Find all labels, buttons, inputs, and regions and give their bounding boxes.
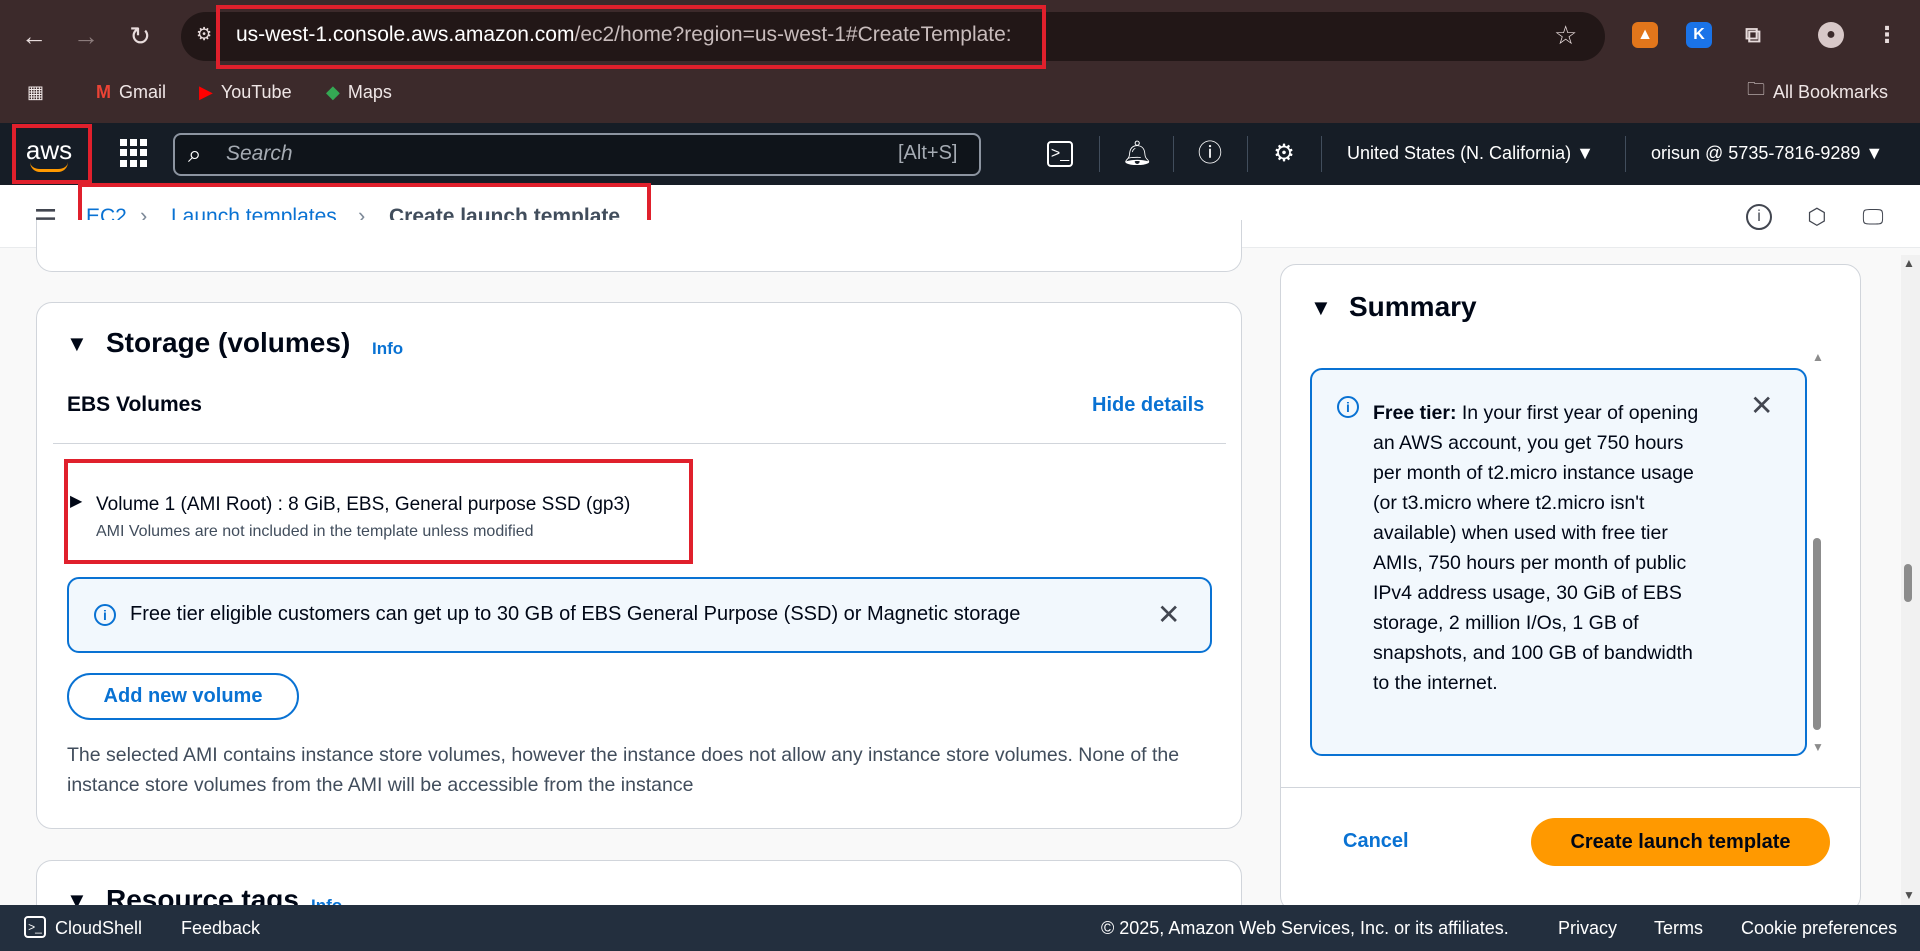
back-icon[interactable]: ← <box>16 18 52 54</box>
services-menu-icon[interactable] <box>120 139 148 167</box>
maps-icon: ◆ <box>326 81 340 102</box>
forward-icon[interactable]: → <box>68 18 104 54</box>
site-info-icon[interactable]: ⚙ <box>196 24 218 46</box>
scroll-up-icon[interactable]: ▲ <box>1903 256 1915 270</box>
account-menu[interactable]: orisun @ 5735-7816-9289 ▼ <box>1651 143 1883 164</box>
bookmark-youtube[interactable]: ▶ YouTube <box>199 80 292 104</box>
search-input[interactable] <box>173 133 981 176</box>
info-icon: i <box>1337 396 1359 418</box>
highlight-logo <box>12 124 92 184</box>
cloudshell-icon[interactable]: >_ <box>1047 141 1073 167</box>
footer-privacy[interactable]: Privacy <box>1558 918 1617 939</box>
feedback-panel-icon[interactable]: 🖵 <box>1859 203 1887 231</box>
instance-store-note: The selected AMI contains instance store… <box>67 744 1180 796</box>
extensions-puzzle-icon[interactable]: ⧉ <box>1740 22 1766 48</box>
divider <box>1281 787 1860 788</box>
browser-menu-icon[interactable]: ⋮ <box>1874 22 1900 48</box>
info-panel-icon[interactable]: i <box>1746 204 1772 230</box>
storage-title: Storage (volumes) <box>106 327 351 358</box>
youtube-icon: ▶ <box>199 81 213 102</box>
close-icon[interactable]: ✕ <box>1750 392 1773 420</box>
hide-details-link[interactable]: Hide details <box>1092 394 1204 417</box>
footer-terms[interactable]: Terms <box>1654 918 1703 939</box>
settings-gear-icon[interactable]: ⚙ <box>1268 138 1300 170</box>
help-icon[interactable]: ⓘ <box>1194 138 1226 170</box>
previous-section-card <box>36 220 1242 272</box>
summary-title: Summary <box>1349 291 1477 322</box>
cancel-button[interactable]: Cancel <box>1343 830 1409 853</box>
k-extension-icon[interactable]: K <box>1686 22 1712 48</box>
all-bookmarks[interactable]: 🗀 All Bookmarks <box>1747 79 1888 104</box>
region-selector[interactable]: United States (N. California) ▼ <box>1347 143 1594 164</box>
bookmark-gmail[interactable]: M Gmail <box>96 80 166 104</box>
add-new-volume-button[interactable]: Add new volume <box>67 673 299 720</box>
cloudshell-icon[interactable]: >_ <box>24 916 46 938</box>
search-placeholder: Search <box>226 142 293 165</box>
notifications-bell-icon[interactable]: 🔔︎ <box>1121 138 1153 170</box>
highlight-url <box>216 5 1046 69</box>
highlight-volume <box>64 459 693 564</box>
footer-cloudshell[interactable]: CloudShell <box>55 918 142 939</box>
footer-copyright: © 2025, Amazon Web Services, Inc. or its… <box>1101 918 1509 938</box>
create-launch-template-button[interactable]: Create launch template <box>1531 818 1830 866</box>
aws-footer: >_ CloudShell Feedback © 2025, Amazon We… <box>0 905 1920 951</box>
footer-feedback[interactable]: Feedback <box>181 918 260 939</box>
metamask-extension-icon[interactable]: ▲ <box>1632 22 1658 48</box>
collapse-triangle-icon[interactable]: ▼ <box>66 331 88 357</box>
summary-scrollbar[interactable] <box>1813 538 1821 730</box>
bookmark-maps[interactable]: ◆ Maps <box>326 80 392 104</box>
free-tier-label: Free tier: <box>1373 402 1457 424</box>
profile-avatar[interactable]: ● <box>1818 22 1844 48</box>
search-icon: ⌕ <box>188 141 202 168</box>
folder-icon: 🗀 <box>1747 79 1765 99</box>
gmail-icon: M <box>96 81 111 102</box>
footer-cookie-preferences[interactable]: Cookie preferences <box>1741 918 1897 939</box>
scroll-down-icon[interactable]: ▼ <box>1903 888 1915 902</box>
collapse-triangle-icon[interactable]: ▼ <box>1310 295 1332 321</box>
notifications-panel-icon[interactable]: ⬡ <box>1803 203 1831 231</box>
bookmark-star-icon[interactable]: ☆ <box>1554 20 1577 51</box>
info-icon: i <box>94 604 116 626</box>
ebs-volumes-title: EBS Volumes <box>67 393 202 416</box>
close-icon[interactable]: ✕ <box>1157 601 1180 629</box>
scroll-up-icon[interactable]: ▲ <box>1812 350 1824 364</box>
storage-info-link[interactable]: Info <box>372 339 403 359</box>
free-tier-description: In your first year of opening an AWS acc… <box>1373 402 1699 694</box>
divider <box>53 443 1226 444</box>
scroll-down-icon[interactable]: ▼ <box>1812 740 1824 754</box>
apps-grid-icon[interactable]: ▦ <box>27 80 44 104</box>
search-shortcut: [Alt+S] <box>898 142 958 164</box>
page-scroll-thumb[interactable] <box>1904 564 1912 602</box>
reload-icon[interactable]: ↻ <box>122 18 158 54</box>
free-tier-summary-text: Free tier: In your first year of opening… <box>1373 398 1703 698</box>
storage-alert-text: Free tier eligible customers can get up … <box>130 603 1021 625</box>
